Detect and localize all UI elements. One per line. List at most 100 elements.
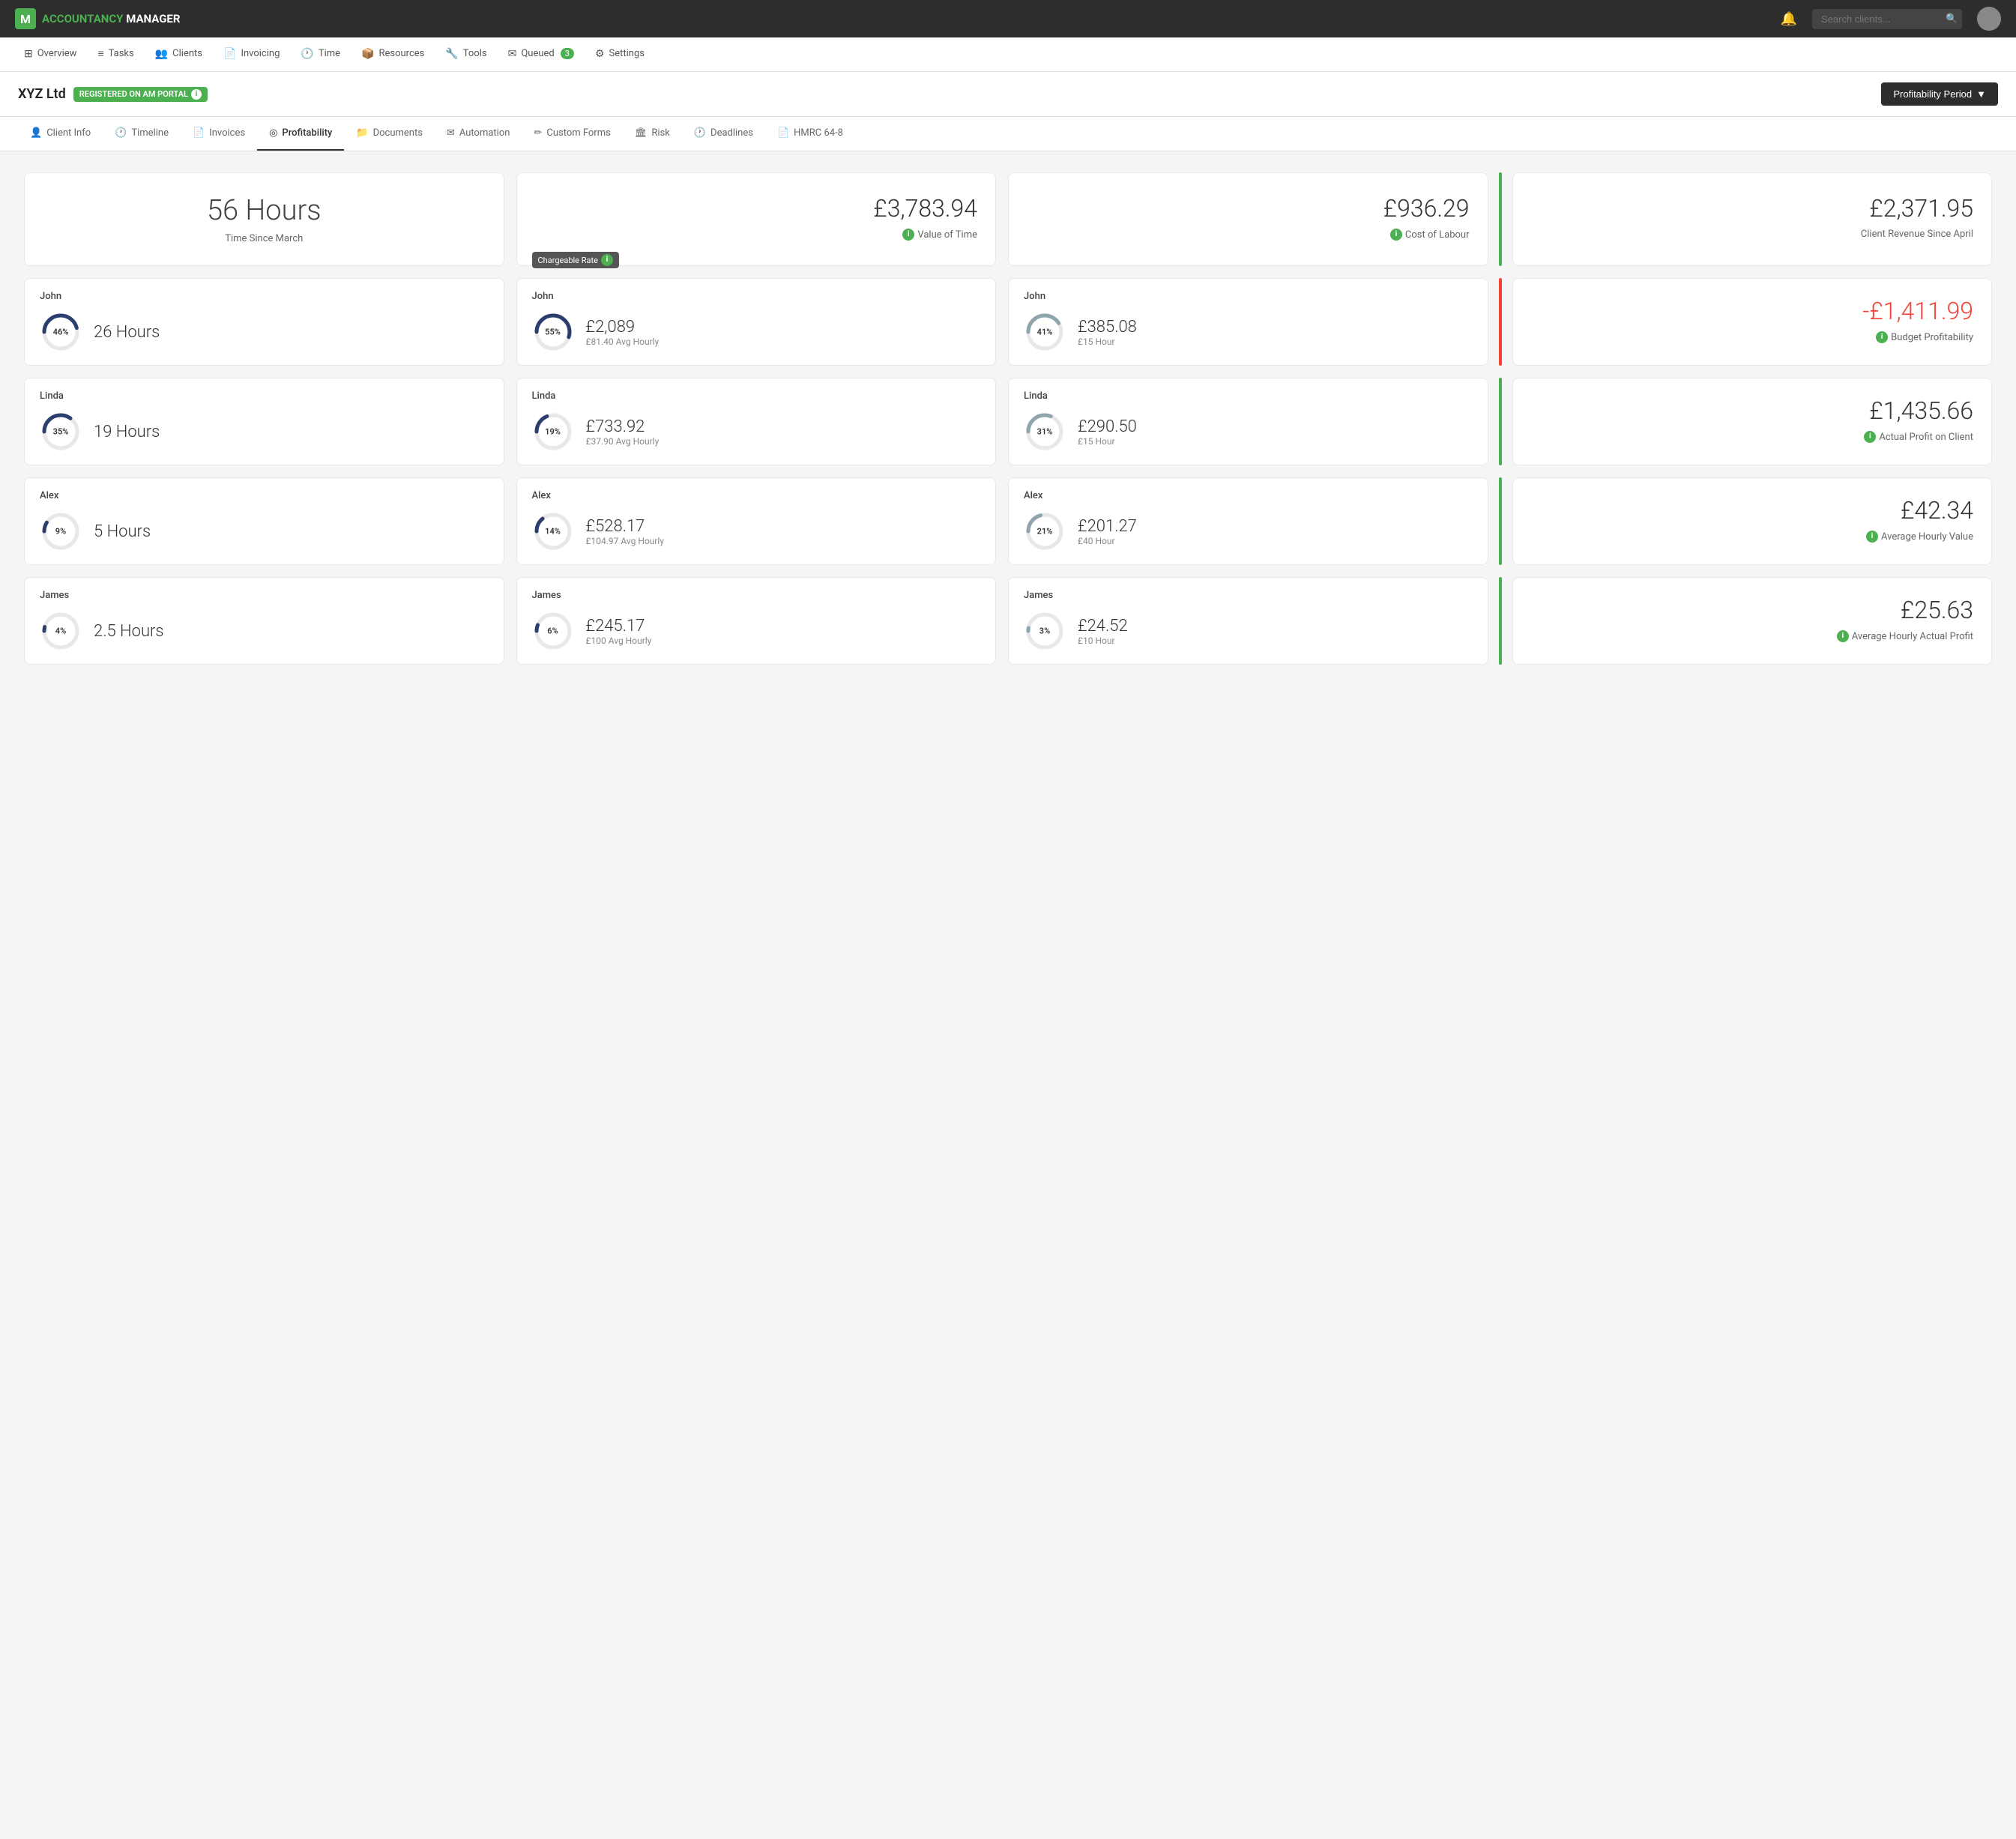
tab-profitability[interactable]: ◎ Profitability — [257, 117, 344, 151]
circle-progress: 46% — [40, 311, 82, 353]
circle-progress: 41% — [1024, 311, 1066, 353]
tab-invoices[interactable]: 📄 Invoices — [181, 117, 257, 151]
page-header: XYZ Ltd REGISTERED ON AM PORTAL i Profit… — [0, 72, 2016, 117]
circle-progress: 31% — [1024, 411, 1066, 453]
person-name-hours-0: John — [40, 291, 489, 302]
divider-green-2 — [1499, 477, 1502, 565]
person-rows: John 46% 26 Hours John — [18, 272, 1998, 671]
person-value-value-3: £245.17 — [586, 617, 652, 635]
nav-overview[interactable]: ⊞ Overview — [15, 37, 85, 72]
cost-info-icon[interactable]: i — [1390, 229, 1402, 241]
nav-invoicing-label: Invoicing — [241, 48, 280, 59]
tab-documents[interactable]: 📁 Documents — [344, 117, 435, 151]
tab-risk-label: Risk — [651, 127, 669, 139]
person-name-cost-3: James — [1024, 590, 1473, 601]
nav-clients[interactable]: 👥 Clients — [146, 37, 211, 72]
tabs-bar: 👤 Client Info 🕐 Timeline 📄 Invoices ◎ Pr… — [0, 117, 2016, 151]
nav-time[interactable]: 🕐 Time — [292, 37, 349, 72]
right-card-info-icon-0[interactable]: i — [1876, 331, 1888, 343]
cost-of-labour-card: £936.29 i Cost of Labour — [1008, 172, 1488, 266]
person-value-sub-3: £100 Avg Hourly — [586, 635, 652, 646]
person-value-card-1: Linda 19% £733.92 £37.90 Avg Hourly — [516, 378, 997, 465]
user-avatar[interactable] — [1977, 7, 2001, 31]
right-card-value-3: £25.63 — [1531, 596, 1974, 624]
tab-client-info[interactable]: 👤 Client Info — [18, 117, 103, 151]
nav-settings[interactable]: ⚙ Settings — [586, 37, 654, 72]
info-icon[interactable]: i — [191, 89, 202, 100]
person-value-sub-2: £104.97 Avg Hourly — [586, 536, 665, 546]
person-name-cost-1: Linda — [1024, 390, 1473, 402]
person-value-card-2: Alex 14% £528.17 £104.97 Avg Hourly — [516, 477, 997, 565]
portal-badge: REGISTERED ON AM PORTAL i — [73, 87, 208, 102]
right-card-info-icon-1[interactable]: i — [1864, 431, 1876, 443]
nav-queued-label: Queued — [521, 48, 554, 59]
value-of-time-label: i Value of Time — [535, 229, 978, 241]
nav-tasks[interactable]: ≡ Tasks — [88, 37, 142, 72]
right-card-0: -£1,411.99 i Budget Profitability — [1512, 278, 1993, 366]
circle-progress: 55% — [532, 311, 574, 353]
nav-settings-label: Settings — [609, 48, 645, 59]
tab-custom-forms-label: Custom Forms — [546, 127, 610, 139]
profitability-period-button[interactable]: Profitability Period ▼ — [1881, 82, 1998, 106]
right-card-label-0: i Budget Profitability — [1531, 331, 1974, 343]
hmrc-icon: 📄 — [777, 127, 789, 139]
right-card-info-icon-3[interactable]: i — [1837, 630, 1849, 642]
tooltip-info-icon[interactable]: i — [601, 254, 613, 266]
nav-resources[interactable]: 📦 Resources — [352, 37, 433, 72]
tasks-icon: ≡ — [97, 47, 103, 60]
tab-invoices-label: Invoices — [209, 127, 245, 139]
tab-timeline[interactable]: 🕐 Timeline — [103, 117, 181, 151]
divider-green-3 — [1499, 577, 1502, 665]
tooltip-text: Chargeable Rate — [538, 256, 598, 265]
tools-icon: 🔧 — [445, 48, 458, 60]
automation-icon: ✉ — [447, 127, 455, 139]
nav-tools[interactable]: 🔧 Tools — [436, 37, 495, 72]
chargeable-rate-tooltip: Chargeable Rate i — [532, 252, 619, 268]
right-card-value-2: £42.34 — [1531, 496, 1974, 525]
person-cost-card-0: John 41% £385.08 £15 Hour — [1008, 278, 1488, 366]
settings-icon: ⚙ — [595, 48, 605, 60]
person-hours-card-3: James 4% 2.5 Hours — [24, 577, 504, 665]
tab-automation[interactable]: ✉ Automation — [435, 117, 522, 151]
person-hours-card-2: Alex 9% 5 Hours — [24, 477, 504, 565]
cost-of-labour-label: i Cost of Labour — [1027, 229, 1470, 241]
clients-icon: 👥 — [155, 48, 168, 60]
nav-queued[interactable]: ✉ Queued 3 — [499, 37, 583, 72]
time-icon: 🕐 — [301, 48, 313, 60]
right-card-label-text-1: Actual Profit on Client — [1879, 432, 1973, 443]
right-card-2: £42.34 i Average Hourly Value — [1512, 477, 1993, 565]
search-input[interactable] — [1821, 13, 1941, 25]
person-cost-sub-1: £15 Hour — [1078, 436, 1137, 447]
logo-accountancy: ACCOUNTANCY — [42, 12, 123, 25]
right-card-info-icon-2[interactable]: i — [1866, 531, 1878, 543]
person-name-hours-3: James — [40, 590, 489, 601]
divider-col-2 — [1494, 272, 1506, 372]
nav-tasks-label: Tasks — [109, 48, 134, 59]
search-icon: 🔍 — [1946, 13, 1958, 25]
tab-custom-forms[interactable]: ✏ Custom Forms — [522, 117, 622, 151]
person-value-card-0: John 55% £2,089 £81.40 Avg Hourly — [516, 278, 997, 366]
divider-red-0 — [1499, 278, 1502, 366]
tab-risk[interactable]: 🏛 Risk — [623, 117, 682, 151]
nav-invoicing[interactable]: 📄 Invoicing — [214, 37, 289, 72]
person-value-value-1: £733.92 — [586, 417, 660, 436]
tab-deadlines[interactable]: 🕐 Deadlines — [682, 117, 765, 151]
profitability-icon: ◎ — [269, 127, 277, 139]
value-info-icon[interactable]: i — [902, 229, 914, 241]
hours-label: Time Since March — [43, 233, 486, 244]
person-row-john: John 46% 26 Hours John — [18, 272, 1998, 372]
right-card-label-2: i Average Hourly Value — [1531, 531, 1974, 543]
divider-col-4 — [1494, 471, 1506, 571]
tab-hmrc[interactable]: 📄 HMRC 64-8 — [765, 117, 855, 151]
person-cost-value-2: £201.27 — [1078, 517, 1137, 536]
tab-automation-label: Automation — [459, 127, 510, 139]
right-card-label-1: i Actual Profit on Client — [1531, 431, 1974, 443]
person-value-value-2: £528.17 — [586, 517, 665, 536]
logo-icon: M — [15, 8, 36, 29]
portal-badge-text: REGISTERED ON AM PORTAL — [79, 89, 188, 99]
nav-resources-label: Resources — [378, 48, 424, 59]
person-row-alex: Alex 9% 5 Hours Alex — [18, 471, 1998, 571]
search-bar[interactable]: 🔍 — [1812, 9, 1962, 29]
notifications-bell[interactable]: 🔔 — [1781, 11, 1797, 27]
divider-col-1 — [1494, 166, 1506, 272]
